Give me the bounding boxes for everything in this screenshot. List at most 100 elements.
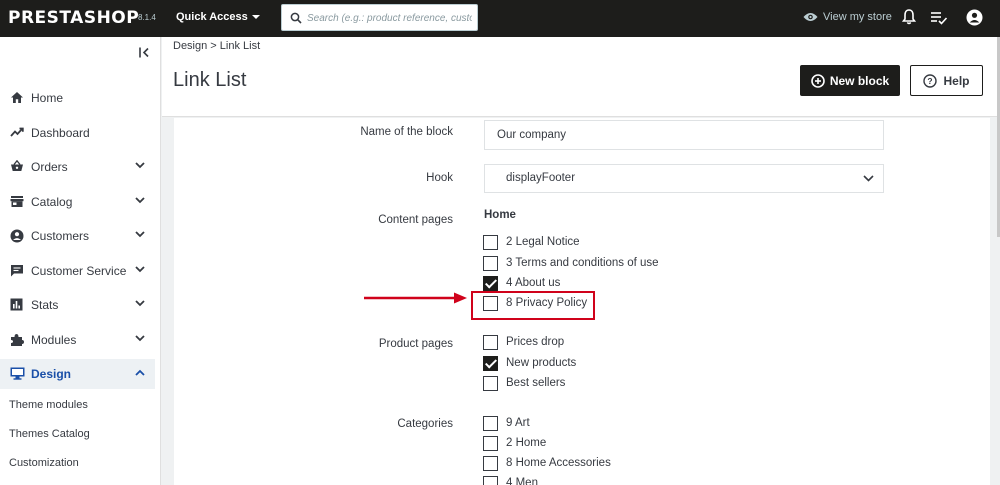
checkbox[interactable] <box>483 234 498 250</box>
sidebar-item-label: Modules <box>31 333 77 347</box>
sidebar: Home Dashboard Orders Catalog Customers … <box>0 37 161 485</box>
store-icon <box>10 196 24 207</box>
help-label: Help <box>943 73 970 88</box>
sidebar-item-catalog[interactable]: Catalog <box>0 187 155 217</box>
page-header: Design > Link List Link List New block ?… <box>162 37 997 117</box>
sidebar-item-label: Stats <box>31 298 59 312</box>
checkbox-label: Prices drop <box>506 336 565 348</box>
checkbox-label: 8 Home Accessories <box>506 457 611 469</box>
category-men[interactable]: 4 Men <box>483 475 538 485</box>
highlight-box <box>471 291 595 320</box>
checkbox[interactable] <box>483 435 498 451</box>
category-home[interactable]: 2 Home <box>483 435 546 451</box>
version-label: 8.1.4 <box>138 13 156 22</box>
checkbox[interactable] <box>483 255 498 271</box>
sidebar-item-design[interactable]: Design <box>0 359 155 389</box>
content-group-heading: Home <box>484 209 516 221</box>
name-of-block-input[interactable]: Our company <box>484 120 884 150</box>
bar-chart-icon <box>10 298 23 311</box>
prestashop-logo[interactable]: PRESTASHOP <box>8 8 139 28</box>
chevron-down-icon <box>135 197 145 204</box>
sidebar-item-label: Customer Service <box>31 264 127 278</box>
chevron-down-icon <box>135 162 145 169</box>
sidebar-item-orders[interactable]: Orders <box>0 152 155 182</box>
new-block-label: New block <box>829 73 890 88</box>
checkbox-label: 9 Art <box>506 417 530 429</box>
sidebar-item-dashboard[interactable]: Dashboard <box>0 118 155 148</box>
home-icon <box>11 92 23 103</box>
checkbox-checked[interactable] <box>483 355 498 371</box>
bell-icon[interactable] <box>902 9 916 25</box>
search-box[interactable] <box>281 4 478 31</box>
sidebar-subitem-customization[interactable]: Customization <box>9 457 79 469</box>
checkbox-label: 4 About us <box>506 277 561 289</box>
checkbox[interactable] <box>483 475 498 485</box>
sidebar-item-stats[interactable]: Stats <box>0 290 155 320</box>
help-circle-icon: ? <box>923 73 938 88</box>
checkbox-label: New products <box>506 357 577 369</box>
checkbox-label: 4 Men <box>506 477 538 485</box>
category-home-accessories[interactable]: 8 Home Accessories <box>483 455 611 471</box>
sidebar-item-customers[interactable]: Customers <box>0 221 155 251</box>
sidebar-item-home[interactable]: Home <box>0 83 155 113</box>
search-input[interactable] <box>307 9 472 27</box>
content-page-terms[interactable]: 3 Terms and conditions of use <box>483 255 659 271</box>
add-circle-icon <box>811 73 825 88</box>
puzzle-icon <box>11 334 24 346</box>
caret-down-icon <box>251 15 260 20</box>
categories-label: Categories <box>397 418 453 430</box>
sidebar-subitem-theme-modules[interactable]: Theme modules <box>9 399 88 411</box>
chevron-down-icon <box>135 266 145 273</box>
chevron-down-icon <box>135 231 145 238</box>
breadcrumb[interactable]: Design > Link List <box>173 40 260 52</box>
svg-text:?: ? <box>928 76 933 86</box>
account-circle-icon <box>10 229 24 243</box>
quick-access-dropdown[interactable]: Quick Access <box>176 11 260 23</box>
chevron-down-icon <box>863 175 874 182</box>
name-of-block-label: Name of the block <box>360 126 453 138</box>
basket-icon <box>11 160 23 171</box>
checkbox[interactable] <box>483 455 498 471</box>
sidebar-item-modules[interactable]: Modules <box>0 325 155 355</box>
user-account-icon[interactable] <box>966 9 983 26</box>
sidebar-item-label: Home <box>31 91 64 105</box>
sidebar-item-label: Catalog <box>31 195 73 209</box>
sidebar-subitem-themes-catalog[interactable]: Themes Catalog <box>9 428 90 440</box>
product-pages-label: Product pages <box>378 338 453 350</box>
sidebar-item-customer-service[interactable]: Customer Service <box>0 256 155 286</box>
product-page-best-sellers[interactable]: Best sellers <box>483 375 565 391</box>
category-art[interactable]: 9 Art <box>483 415 530 431</box>
checkbox[interactable] <box>483 415 498 431</box>
checkbox-checked[interactable] <box>483 275 498 291</box>
content-page-about-us[interactable]: 4 About us <box>483 275 560 291</box>
product-page-prices-drop[interactable]: Prices drop <box>483 334 564 350</box>
checkbox-label: Best sellers <box>506 377 566 389</box>
chat-icon <box>11 265 23 277</box>
sidebar-item-label: Design <box>31 367 72 381</box>
chevron-up-icon <box>135 369 145 376</box>
product-page-new-products[interactable]: New products <box>483 355 576 371</box>
quick-access-label: Quick Access <box>176 11 248 23</box>
checkbox[interactable] <box>483 375 498 391</box>
view-store-link[interactable]: View my store <box>803 11 892 23</box>
view-store-label: View my store <box>823 11 892 23</box>
new-block-button[interactable]: New block <box>800 65 900 96</box>
checkbox-label: 2 Home <box>506 437 547 449</box>
chevron-down-icon <box>135 335 145 342</box>
checkbox[interactable] <box>483 334 498 350</box>
hook-label: Hook <box>426 172 453 184</box>
checklist-icon[interactable] <box>930 11 948 25</box>
help-button[interactable]: ? Help <box>910 65 983 96</box>
collapse-sidebar-icon[interactable] <box>138 47 150 58</box>
chevron-down-icon <box>135 300 145 307</box>
checkbox-label: 3 Terms and conditions of use <box>506 257 659 269</box>
name-of-block-value: Our company <box>497 129 567 141</box>
trending-up-icon <box>10 127 24 137</box>
eye-icon <box>803 13 818 21</box>
hook-select[interactable]: displayFooter <box>484 164 884 193</box>
content-page-legal-notice[interactable]: 2 Legal Notice <box>483 234 580 250</box>
sidebar-item-label: Orders <box>31 160 68 174</box>
sidebar-item-label: Dashboard <box>31 126 90 140</box>
top-bar: PRESTASHOP 8.1.4 Quick Access View my st… <box>0 0 1000 37</box>
checkbox-label: 2 Legal Notice <box>506 236 580 248</box>
